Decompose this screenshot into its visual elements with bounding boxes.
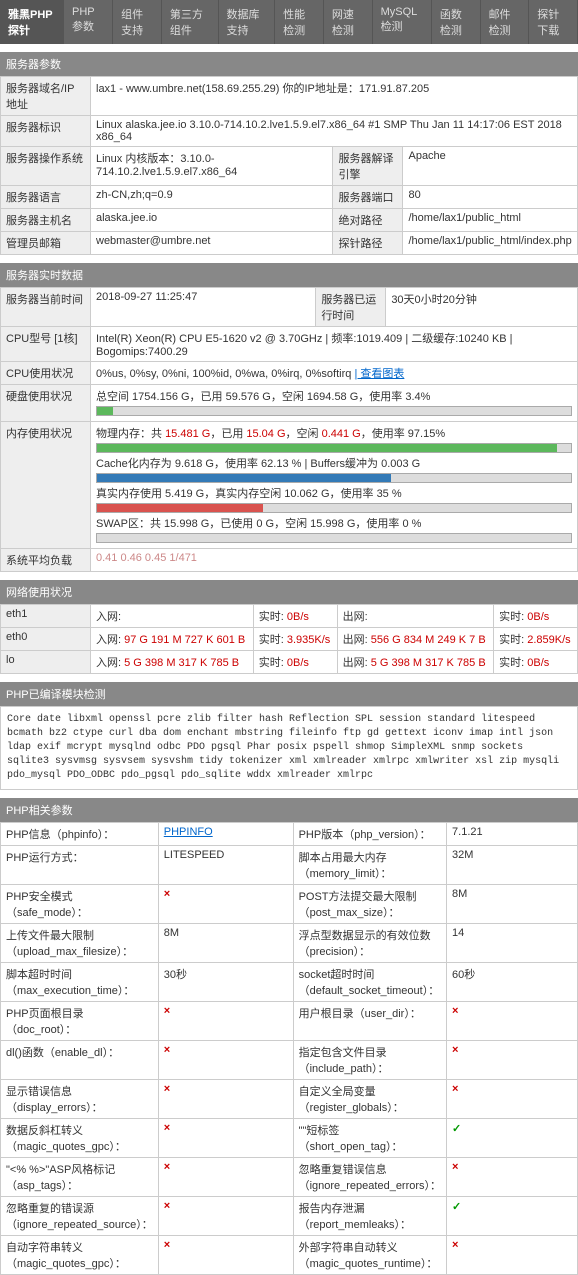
table-row: 服务器域名/IP地址lax1 - www.umbre.net(158.69.25… [1, 77, 578, 116]
table-row: eth0 入网: 97 G 191 M 727 K 601 B 实时: 3.93… [1, 628, 578, 651]
table-row: 上传文件最大限制（upload_max_filesize）：8M浮点型数据显示的… [1, 924, 578, 963]
table-row: CPU使用状况0%us, 0%sy, 0%ni, 100%id, 0%wa, 0… [1, 362, 578, 385]
nav-tab-perf[interactable]: 性能检测 [275, 0, 324, 44]
mem-cache-bar [96, 473, 572, 483]
table-row: 忽略重复的错误源（ignore_repeated_source）：×报告内存泄漏… [1, 1197, 578, 1236]
check-icon: ✓ [452, 1123, 461, 1135]
nav-tab-mysql[interactable]: MySQL检测 [373, 0, 432, 44]
modules-header: PHP已编译模块检测 [0, 682, 578, 706]
realtime-header: 服务器实时数据 [0, 263, 578, 287]
table-row: 硬盘使用状况 总空间 1754.156 G，已用 59.576 G，空闲 169… [1, 385, 578, 422]
nav-tab-mail[interactable]: 邮件检测 [481, 0, 530, 44]
nav-tab-download[interactable]: 探针下载 [529, 0, 578, 44]
server-params-header: 服务器参数 [0, 52, 578, 76]
x-icon: × [452, 1161, 458, 1173]
nav-tab-db[interactable]: 数据库支持 [219, 0, 276, 44]
table-row: 服务器语言zh-CN,zh;q=0.9服务器端口80 [1, 186, 578, 209]
table-row: 脚本超时时间（max_execution_time）：30秒socket超时时间… [1, 963, 578, 1002]
table-row: 服务器当前时间2018-09-27 11:25:47服务器已运行时间30天0小时… [1, 288, 578, 327]
table-row: PHP安全模式（safe_mode）：×POST方法提交最大限制（post_ma… [1, 885, 578, 924]
table-row: eth1 入网: 实时: 0B/s 出网: 实时: 0B/s [1, 605, 578, 628]
mem-swap: SWAP区：共 15.998 G，已使用 0 G，空闲 15.998 G，使用率… [96, 515, 572, 531]
nav-tab-component[interactable]: 组件支持 [113, 0, 162, 44]
table-row: lo 入网: 5 G 398 M 317 K 785 B 实时: 0B/s 出网… [1, 651, 578, 674]
mem-real: 真实内存使用 5.419 G，真实内存空闲 10.062 G，使用率 35 % [96, 485, 572, 501]
mem-swap-bar [96, 533, 572, 543]
table-row: PHP信息（phpinfo）：PHPINFOPHP版本（php_version）… [1, 823, 578, 846]
table-row: dl()函数（enable_dl）：×指定包含文件目录（include_path… [1, 1041, 578, 1080]
label: 服务器标识 [1, 116, 91, 147]
x-icon: × [164, 1239, 170, 1251]
table-row: 数据反斜杠转义（magic_quotes_gpc）：×""短标签（short_o… [1, 1119, 578, 1158]
network-header: 网络使用状况 [0, 580, 578, 604]
mem-real-bar [96, 503, 572, 513]
x-icon: × [164, 888, 170, 900]
table-row: 服务器操作系统Linux 内核版本：3.10.0-714.10.2.lve1.5… [1, 147, 578, 186]
app-title: 雅黑PHP探针 [0, 0, 64, 44]
disk-text: 总空间 1754.156 G，已用 59.576 G，空闲 1694.58 G，… [96, 388, 572, 404]
x-icon: × [452, 1083, 458, 1095]
x-icon: × [164, 1005, 170, 1017]
phpinfo-link[interactable]: PHPINFO [164, 826, 213, 838]
table-row: 服务器主机名alaska.jee.io绝对路径/home/lax1/public… [1, 209, 578, 232]
x-icon: × [452, 1044, 458, 1056]
table-row: 显示错误信息（display_errors）：×自定义全局变量（register… [1, 1080, 578, 1119]
table-row: 内存使用状况 物理内存：共 15.481 G，已用 15.04 G，空闲 0.4… [1, 422, 578, 549]
label: 服务器域名/IP地址 [1, 77, 91, 116]
x-icon: × [164, 1200, 170, 1212]
table-row: PHP运行方式：LITESPEED脚本占用最大内存（memory_limit）：… [1, 846, 578, 885]
phpvars-header: PHP相关参数 [0, 798, 578, 822]
nav-tab-func[interactable]: 函数检测 [432, 0, 481, 44]
disk-bar [96, 406, 572, 416]
x-icon: × [452, 1005, 458, 1017]
table-row: "<% %>"ASP风格标记（asp_tags）：×忽略重复错误信息（ignor… [1, 1158, 578, 1197]
nav-tab-3rd[interactable]: 第三方组件 [162, 0, 219, 44]
nav-tab-net[interactable]: 网速检测 [324, 0, 373, 44]
top-nav: 雅黑PHP探针 PHP参数 组件支持 第三方组件 数据库支持 性能检测 网速检测… [0, 0, 578, 44]
mem-cache: Cache化内存为 9.618 G，使用率 62.13 % | Buffers缓… [96, 455, 572, 471]
check-icon: ✓ [452, 1201, 461, 1213]
network-table: eth1 入网: 实时: 0B/s 出网: 实时: 0B/seth0 入网: 9… [0, 604, 578, 674]
view-chart-link[interactable]: | 查看图表 [354, 368, 404, 380]
server-params-table: 服务器域名/IP地址lax1 - www.umbre.net(158.69.25… [0, 76, 578, 255]
realtime-table: 服务器当前时间2018-09-27 11:25:47服务器已运行时间30天0小时… [0, 287, 578, 572]
x-icon: × [452, 1239, 458, 1251]
table-row: 服务器标识Linux alaska.jee.io 3.10.0-714.10.2… [1, 116, 578, 147]
x-icon: × [164, 1083, 170, 1095]
table-row: 系统平均负载0.41 0.46 0.45 1/471 [1, 549, 578, 572]
phpvars-table: PHP信息（phpinfo）：PHPINFOPHP版本（php_version）… [0, 822, 578, 1275]
x-icon: × [164, 1122, 170, 1134]
mem-phys-bar [96, 443, 572, 453]
value: lax1 - www.umbre.net(158.69.255.29) 你的IP… [91, 77, 578, 116]
table-row: CPU型号 [1核]Intel(R) Xeon(R) CPU E5-1620 v… [1, 327, 578, 362]
table-row: 管理员邮箱webmaster@umbre.net探针路径/home/lax1/p… [1, 232, 578, 255]
mem-phys: 物理内存：共 15.481 G，已用 15.04 G，空闲 0.441 G，使用… [96, 425, 572, 441]
x-icon: × [164, 1044, 170, 1056]
nav-tab-php[interactable]: PHP参数 [64, 0, 113, 44]
table-row: 自动字符串转义（magic_quotes_gpc）：×外部字符串自动转义（mag… [1, 1236, 578, 1275]
table-row: PHP页面根目录（doc_root）：×用户根目录（user_dir）：× [1, 1002, 578, 1041]
value: Linux alaska.jee.io 3.10.0-714.10.2.lve1… [91, 116, 578, 147]
x-icon: × [164, 1161, 170, 1173]
modules-list: Core date libxml openssl pcre zlib filte… [0, 706, 578, 790]
